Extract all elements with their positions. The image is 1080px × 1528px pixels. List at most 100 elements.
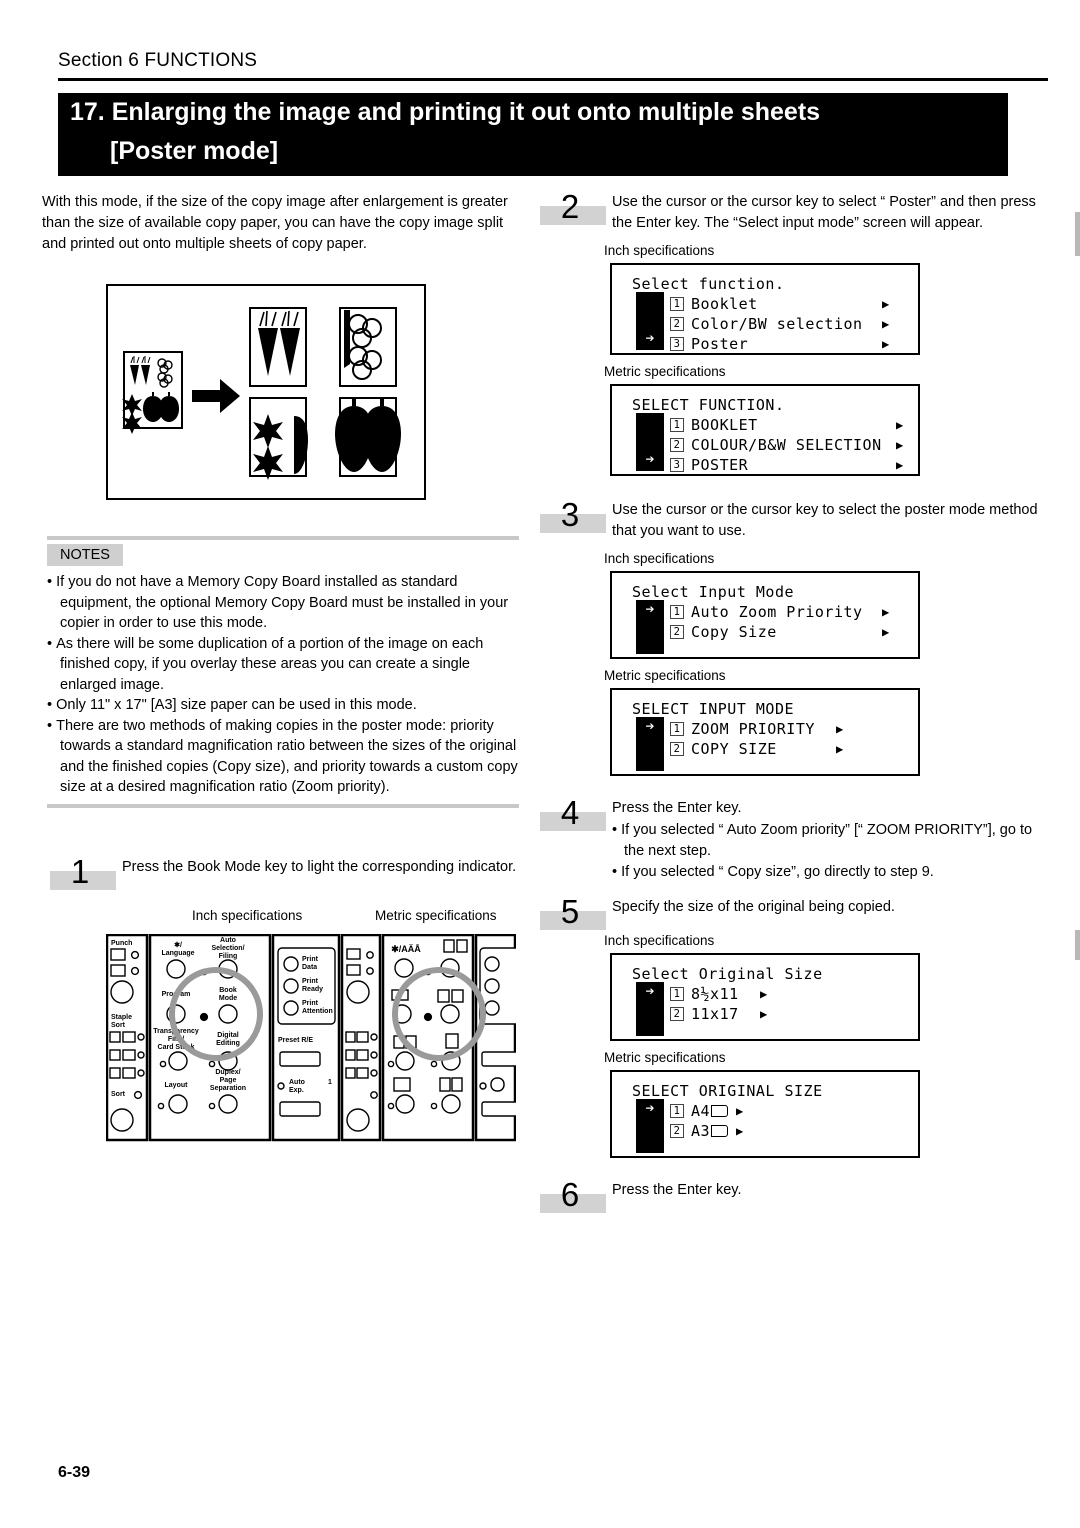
notes-label: NOTES [47,544,123,566]
svg-text:✱/: ✱/ [174,941,182,949]
notes-list: If you do not have a Memory Copy Board i… [47,572,519,798]
lcd-title: Select Original Size [632,965,823,983]
lcd-row[interactable]: 1 Auto Zoom Priority ▶ [670,602,918,622]
lcd-row-arrow-icon: ▶ [882,605,890,619]
svg-text:Language: Language [161,950,194,957]
lcd-select-original-size-inch: ➔ Select Original Size 1 8½x11 ▶ 2 11x17… [610,953,920,1041]
note-item: There are two methods of making copies i… [47,716,519,798]
lcd-select-input-inch: ➔ Select Input Mode 1 Auto Zoom Priority… [610,571,920,659]
lcd-row-label: Auto Zoom Priority [691,603,863,621]
lcd-row-label: Copy Size [691,623,777,641]
svg-text:Page: Page [220,1077,237,1084]
lcd-row-label: A3 [691,1122,711,1140]
svg-text:Editing: Editing [216,1040,240,1047]
lcd-row-index: 2 [670,1007,684,1021]
lcd-row-arrow-icon: ▶ [760,1007,768,1021]
lcd-row-arrow-icon: ▶ [736,1124,744,1138]
lcd-row-index: 3 [670,337,684,351]
lcd-select-original-size-metric: ➔ SELECT ORIGINAL SIZE 1 A4 ▶ 2 A3 ▶ [610,1070,920,1158]
lcd-row-label: COLOUR/B&W SELECTION [691,436,882,454]
svg-text:Print: Print [302,978,319,985]
step-6-text: Press the Enter key. [612,1182,742,1198]
inch-spec-caption-2: Inch specifications [604,243,715,258]
step-6-badge: 6 [540,1177,606,1214]
lcd-row[interactable]: 2 A3 ▶ [670,1121,918,1141]
lcd-row-label: COPY SIZE [691,740,777,758]
lcd-title: Select function. [632,275,785,293]
lcd-row[interactable]: 1 ZOOM PRIORITY ▶ [670,719,918,739]
lcd-row-index: 1 [670,605,684,619]
step-5-badge: 5 [540,894,606,931]
lcd-row[interactable]: 1 BOOKLET ▶ [670,415,918,435]
lcd-row[interactable]: 2 11x17 ▶ [670,1004,918,1024]
svg-text:Print: Print [302,1000,319,1007]
svg-text:Attention: Attention [302,1008,333,1015]
lcd-select-function-inch: ➔ Select function. 1 Booklet ▶ 2 Color/B… [610,263,920,355]
step-4-sub-item: If you selected “ Copy size”, go directl… [612,862,1050,883]
lcd-row-index: 1 [670,1104,684,1118]
page-title-line1: 17. Enlarging the image and printing it … [70,98,821,126]
lcd-row-index: 2 [670,625,684,639]
svg-text:Exp.: Exp. [289,1087,304,1094]
lcd-row-label: Booklet [691,295,758,313]
note-item: Only 11" x 17" [A3] size paper can be us… [47,695,519,716]
lcd-row-index: 1 [670,987,684,1001]
lcd-row-label: Color/BW selection [691,315,863,333]
lcd-row[interactable]: 2 Copy Size ▶ [670,622,918,642]
step-number: 4 [560,794,580,831]
notes-divider-top [47,536,519,540]
svg-text:✱/AÄÅ: ✱/AÄÅ [391,944,421,954]
inch-spec-caption-5: Inch specifications [604,933,715,948]
step-3-text: Use the cursor or the cursor key to sele… [612,502,1038,539]
lcd-row[interactable]: 3 POSTER ▶ [670,455,918,475]
lcd-row[interactable]: 2 Color/BW selection ▶ [670,314,918,334]
lcd-row[interactable]: 1 A4 ▶ [670,1101,918,1121]
note-item: If you do not have a Memory Copy Board i… [47,572,519,634]
lcd-row-index: 2 [670,1124,684,1138]
lcd-row-label: POSTER [691,456,749,474]
paper-landscape-icon [711,1105,729,1117]
lcd-row[interactable]: 1 Booklet ▶ [670,294,918,314]
lcd-cursor-arrow-icon: ➔ [645,600,655,618]
note-item: As there will be some duplication of a p… [47,634,519,696]
lcd-row[interactable]: 2 COLOUR/B&W SELECTION ▶ [670,435,918,455]
lcd-title: SELECT ORIGINAL SIZE [632,1082,823,1100]
lcd-row[interactable]: 1 8½x11 ▶ [670,984,918,1004]
step-5-text: Specify the size of the original being c… [612,899,895,915]
lcd-row-label: 11x17 [691,1005,739,1023]
step-number: 3 [560,496,580,533]
lcd-row-arrow-icon: ▶ [882,625,890,639]
lcd-row-label: ZOOM PRIORITY [691,720,815,738]
svg-text:Book: Book [219,987,237,994]
notes-block: NOTES If you do not have a Memory Copy B… [47,536,519,808]
svg-text:Preset R/E: Preset R/E [278,1037,313,1044]
svg-text:Print: Print [302,956,319,963]
svg-text:Punch: Punch [111,940,132,947]
poster-illustration [106,284,426,500]
step-3-badge: 3 [540,496,606,534]
lcd-cursor-arrow-icon: ➔ [645,450,655,468]
step-3: 3 Use the cursor or the cursor key to se… [540,496,1050,542]
step-number: 1 [70,853,90,890]
lcd-row[interactable]: 3 Poster ▶ [670,334,918,354]
notes-divider-bottom [47,803,519,808]
left-column: With this mode, if the size of the copy … [42,192,536,1142]
inch-spec-caption-cp: Inch specifications [192,908,303,923]
step-2-text: Use the cursor or the cursor key to sele… [612,194,1036,231]
svg-text:Layout: Layout [165,1082,189,1089]
step-1-badge: 1 [50,853,116,891]
page-title-bar: 17. Enlarging the image and printing it … [58,93,1008,176]
step-number: 2 [560,188,580,225]
lcd-row-index: 2 [670,742,684,756]
step-2: 2 Use the cursor or the cursor key to se… [540,188,1050,234]
lcd-row[interactable]: 2 COPY SIZE ▶ [670,739,918,759]
lcd-cursor-arrow-icon: ➔ [645,982,655,1000]
lcd-row-index: 1 [670,297,684,311]
step-4: 4 Press the Enter key. If you selected “… [540,794,1050,883]
svg-text:Mode: Mode [219,995,237,1002]
svg-text:Auto: Auto [220,937,236,944]
page-section-header: Section 6 FUNCTIONS [58,50,258,71]
step-4-sublist: If you selected “ Auto Zoom priority” [“… [612,820,1050,883]
lcd-row-index: 1 [670,418,684,432]
metric-spec-caption-3: Metric specifications [604,668,726,683]
